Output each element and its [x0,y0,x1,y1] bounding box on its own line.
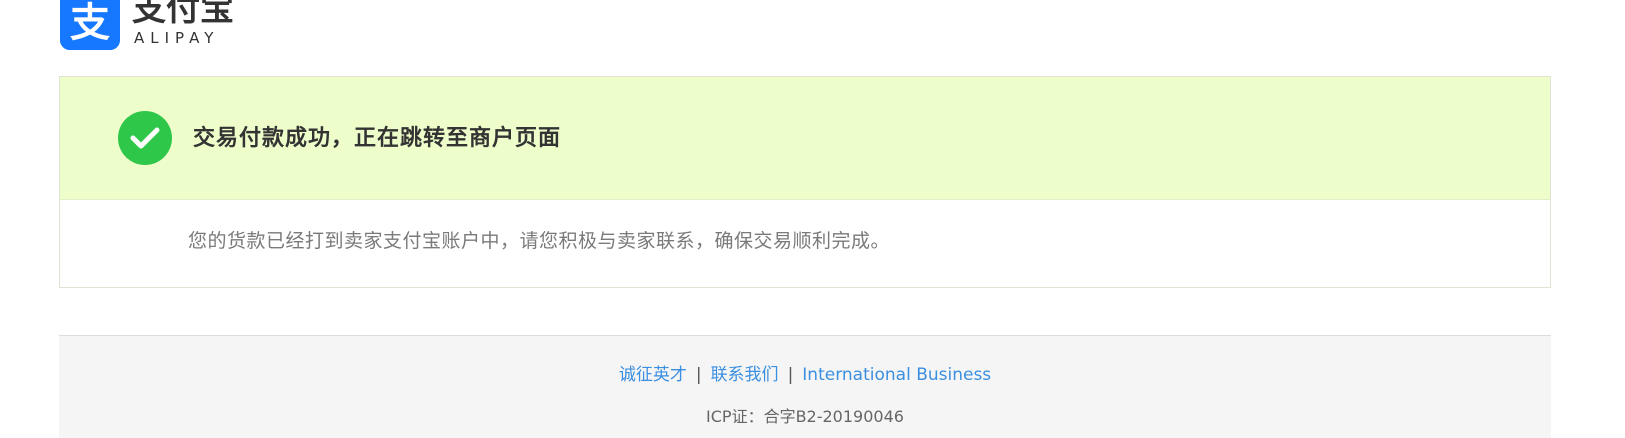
alipay-logo-icon: 支 [60,0,120,50]
logo-mark-char: 支 [70,0,110,46]
result-panel: 交易付款成功，正在跳转至商户页面 您的货款已经打到卖家支付宝账户中，请您积极与卖… [59,76,1551,288]
alipay-logo[interactable]: 支 支付宝 ALIPAY [60,0,234,50]
footer-link-careers[interactable]: 诚征英才 [619,365,687,385]
result-title: 交易付款成功，正在跳转至商户页面 [193,125,562,151]
footer-links: 诚征英才 | 联系我们 | International Business [59,363,1551,387]
logo-wordmark: 支付宝 ALIPAY [132,0,234,47]
result-message: 您的货款已经打到卖家支付宝账户中，请您积极与卖家联系，确保交易顺利完成。 [188,230,891,252]
footer-link-international[interactable]: International Business [802,365,991,385]
result-header: 交易付款成功，正在跳转至商户页面 [60,77,1550,200]
logo-name-en: ALIPAY [134,29,220,47]
footer: 诚征英才 | 联系我们 | International Business ICP证：合字… [59,335,1551,438]
footer-link-contact[interactable]: 联系我们 [711,365,779,385]
logo-name-cn: 支付宝 [132,0,234,29]
icp-license: ICP证：合字B2-20190046 [706,407,904,426]
footer-separator: | [695,365,702,385]
footer-separator: | [787,365,794,385]
success-check-icon [118,111,172,165]
payment-result-page: 支 支付宝 ALIPAY 交易付款成功，正在跳转至商户页面 您的货款已经打到卖家… [0,0,1625,438]
